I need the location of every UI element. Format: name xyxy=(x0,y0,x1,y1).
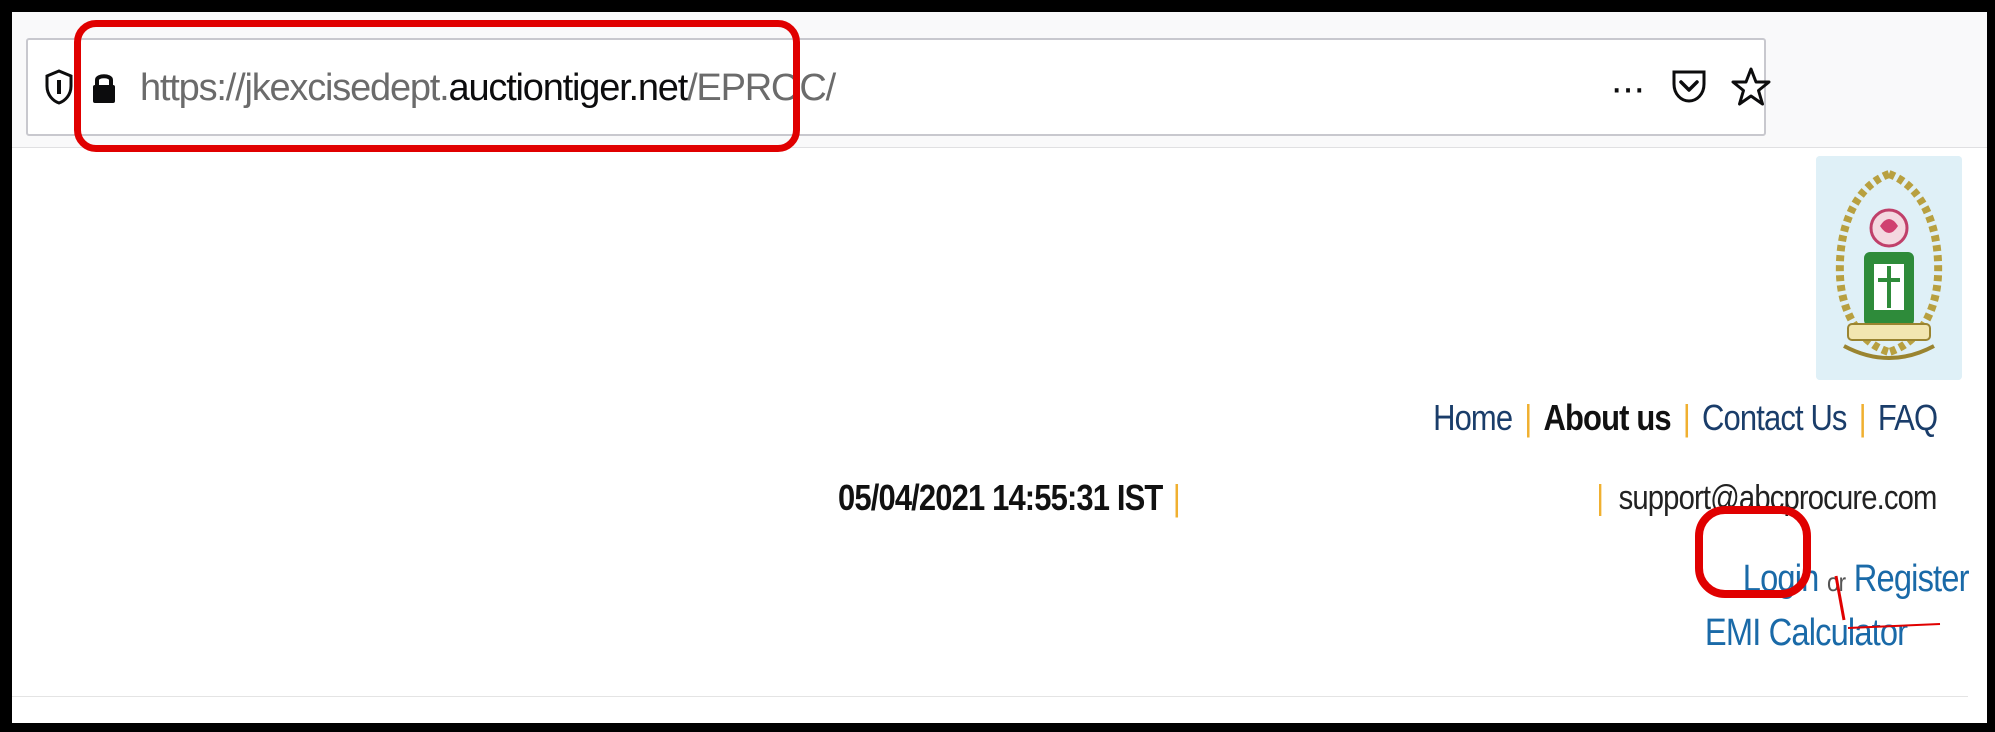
state-emblem-logo xyxy=(1816,156,1962,380)
datetime-value: 05/04/2021 14:55:31 IST xyxy=(838,477,1163,518)
content-divider xyxy=(12,696,1968,697)
nav-faq[interactable]: FAQ xyxy=(1878,397,1938,439)
browser-toolbar: https://jkexcisedept.auctiontiger.net/EP… xyxy=(12,12,1987,152)
register-annotation-mark xyxy=(1834,575,1941,629)
nav-separator: | xyxy=(1524,397,1532,438)
star-icon[interactable] xyxy=(1730,66,1772,108)
support-separator: | xyxy=(1596,479,1605,517)
nav-about-us[interactable]: About us xyxy=(1543,397,1671,439)
datetime-separator: | xyxy=(1172,477,1181,518)
more-icon[interactable]: ··· xyxy=(1610,68,1646,108)
top-navigation: Home | About us | Contact Us | FAQ xyxy=(1433,394,1938,442)
nav-home[interactable]: Home xyxy=(1433,397,1513,439)
shield-icon[interactable] xyxy=(44,68,74,106)
server-datetime: 05/04/2021 14:55:31 IST | xyxy=(838,474,1181,522)
nav-separator: | xyxy=(1682,397,1691,438)
url-highlight-annotation xyxy=(74,20,800,152)
page-content: Home | About us | Contact Us | FAQ 05/04… xyxy=(12,148,1987,723)
nav-separator: | xyxy=(1858,397,1866,438)
login-highlight-annotation xyxy=(1695,506,1811,598)
nav-contact-us[interactable]: Contact Us xyxy=(1702,397,1847,439)
pocket-icon[interactable] xyxy=(1670,66,1708,106)
